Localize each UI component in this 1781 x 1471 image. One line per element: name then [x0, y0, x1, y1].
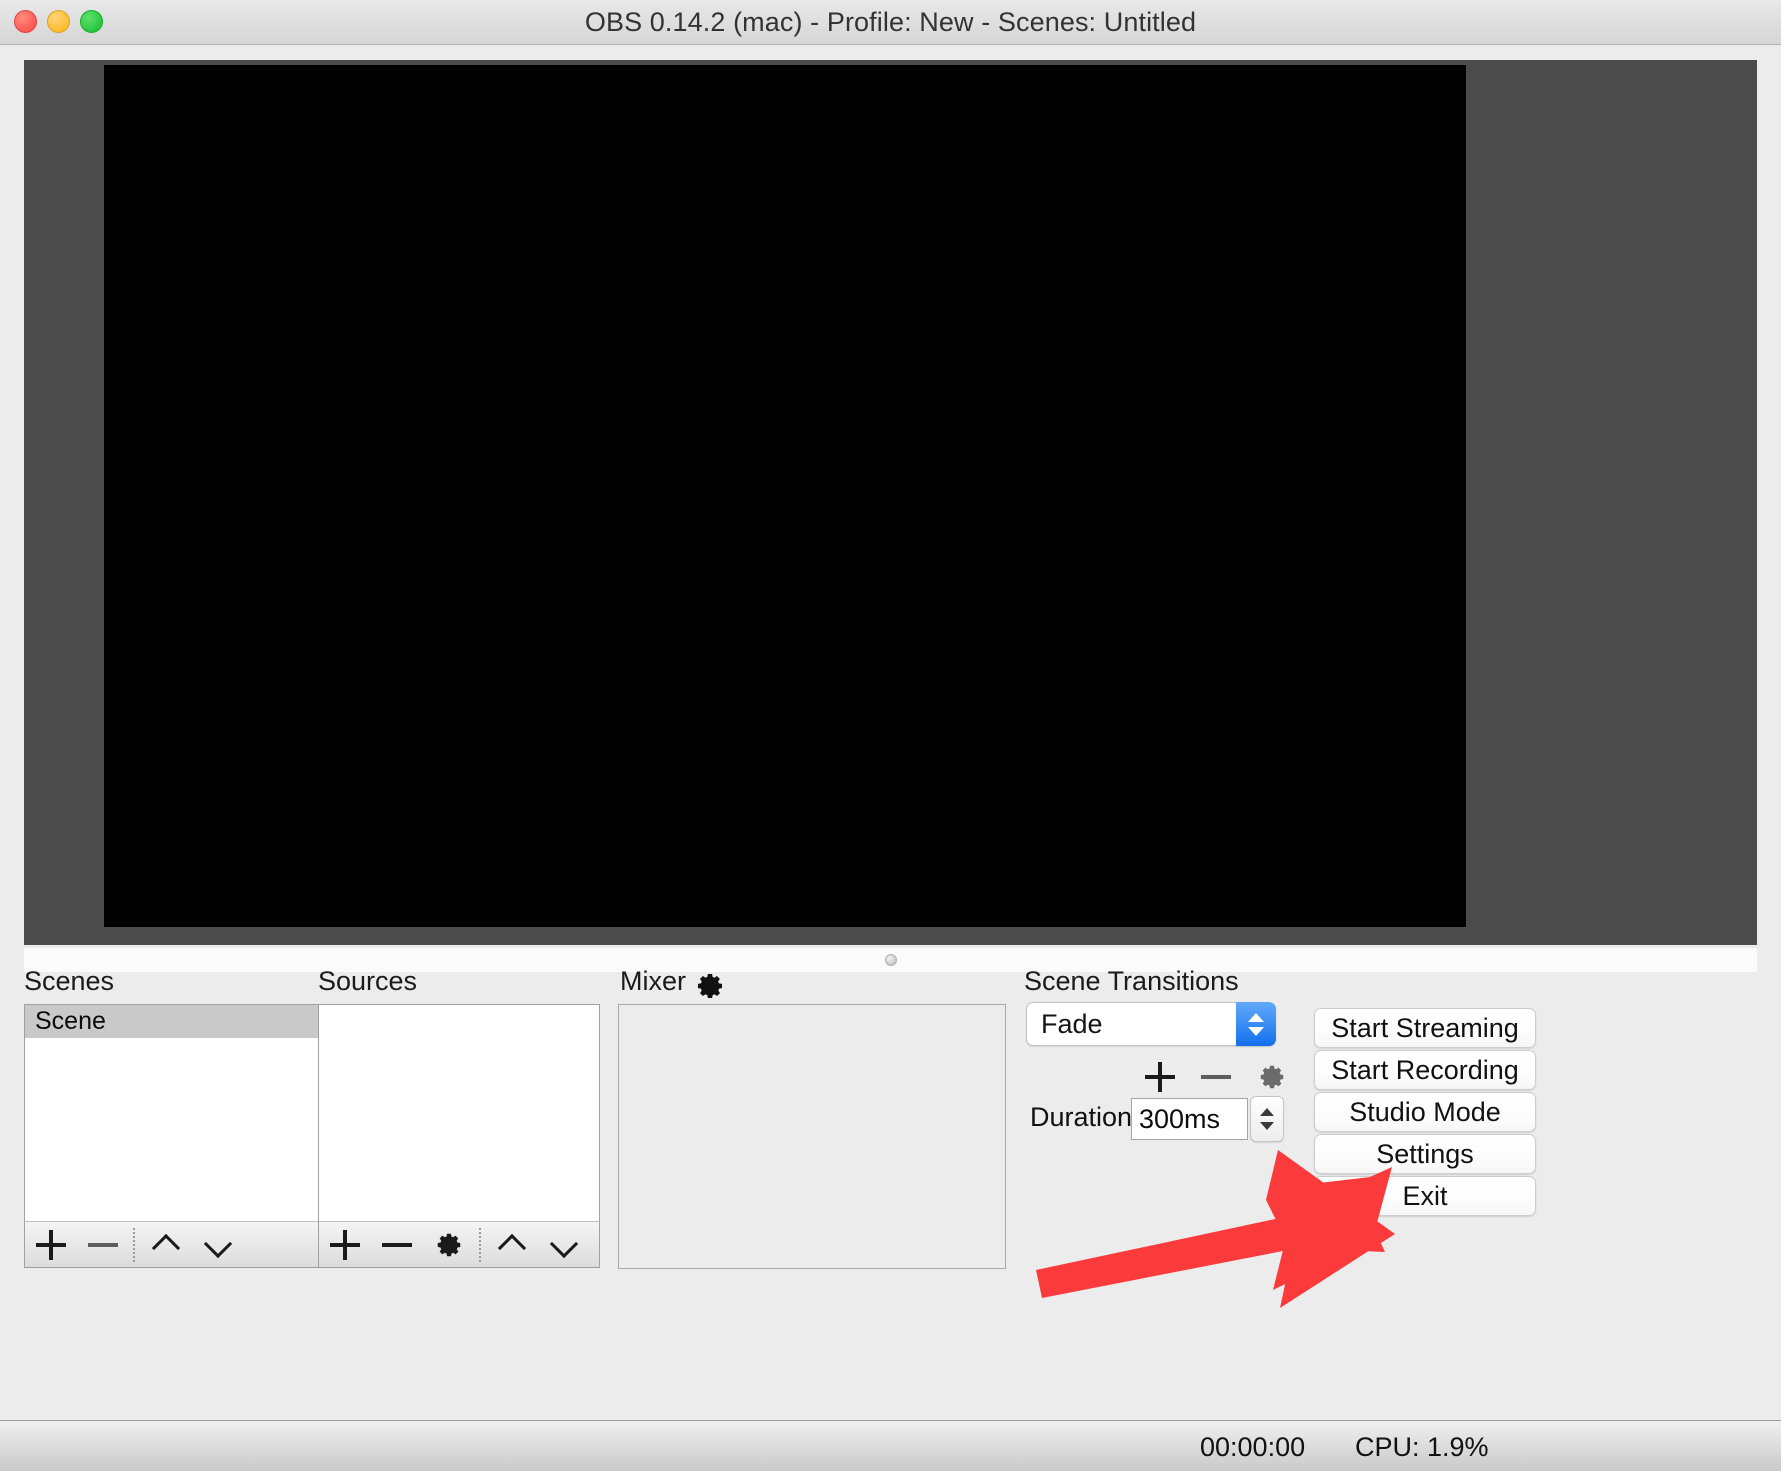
minus-icon — [1201, 1075, 1231, 1079]
chevron-down-icon — [205, 1232, 231, 1258]
chevron-down-icon — [551, 1232, 577, 1258]
transition-select[interactable]: Fade — [1026, 1002, 1276, 1046]
caret-up-icon — [1260, 1108, 1274, 1116]
transition-actions — [1145, 1054, 1287, 1099]
scenes-toolbar — [24, 1221, 336, 1268]
remove-source-button[interactable] — [371, 1222, 423, 1267]
remove-transition-button[interactable] — [1201, 1054, 1231, 1099]
toolbar-divider — [479, 1228, 482, 1262]
exit-button[interactable]: Exit — [1314, 1176, 1536, 1216]
studio-mode-button[interactable]: Studio Mode — [1314, 1092, 1536, 1132]
plus-icon — [1145, 1062, 1175, 1092]
minus-icon — [382, 1243, 412, 1247]
transition-select-value[interactable]: Fade — [1026, 1002, 1236, 1046]
scene-transitions-panel-title: Scene Transitions — [1024, 966, 1239, 997]
dock-area: Scenes Scene Sources — [0, 972, 1781, 1420]
add-scene-button[interactable] — [25, 1222, 77, 1267]
move-scene-up-button[interactable] — [140, 1222, 192, 1267]
move-source-up-button[interactable] — [486, 1222, 538, 1267]
transition-properties-button[interactable] — [1257, 1054, 1287, 1099]
sources-panel-title: Sources — [318, 966, 417, 997]
plus-icon — [36, 1230, 66, 1260]
gear-icon — [1257, 1062, 1287, 1092]
preview-canvas[interactable] — [104, 65, 1466, 927]
sources-toolbar — [318, 1221, 600, 1268]
mixer-panel-title: Mixer — [620, 966, 686, 997]
caret-down-icon — [1260, 1122, 1274, 1130]
mixer-settings-gear-icon[interactable] — [694, 970, 724, 1000]
scenes-list[interactable]: Scene — [24, 1004, 336, 1222]
chevron-up-icon — [499, 1232, 525, 1258]
move-scene-down-button[interactable] — [192, 1222, 244, 1267]
add-source-button[interactable] — [319, 1222, 371, 1267]
splitter-grip-icon[interactable] — [885, 954, 897, 966]
window-title: OBS 0.14.2 (mac) - Profile: New - Scenes… — [0, 0, 1781, 45]
cpu-usage: CPU: 1.9% — [1355, 1432, 1489, 1463]
plus-icon — [330, 1230, 360, 1260]
caret-up-icon — [1248, 1013, 1264, 1022]
preview-dock-splitter[interactable] — [24, 948, 1757, 972]
duration-label: Duration — [1030, 1102, 1132, 1133]
gear-icon — [434, 1230, 464, 1260]
sources-list[interactable] — [318, 1004, 600, 1222]
mixer-panel[interactable] — [618, 1004, 1006, 1269]
settings-button[interactable]: Settings — [1314, 1134, 1536, 1174]
add-transition-button[interactable] — [1145, 1054, 1175, 1099]
caret-down-icon — [1248, 1027, 1264, 1036]
status-bar: 00:00:00 CPU: 1.9% — [0, 1420, 1781, 1471]
start-streaming-button[interactable]: Start Streaming — [1314, 1008, 1536, 1048]
move-source-down-button[interactable] — [538, 1222, 590, 1267]
minus-icon — [88, 1243, 118, 1247]
scenes-panel-title: Scenes — [24, 966, 114, 997]
remove-scene-button[interactable] — [77, 1222, 129, 1267]
toolbar-divider — [133, 1228, 136, 1262]
duration-input[interactable]: 300ms — [1131, 1098, 1248, 1140]
obs-main-window: OBS 0.14.2 (mac) - Profile: New - Scenes… — [0, 0, 1781, 1471]
list-item[interactable]: Scene — [25, 1005, 335, 1038]
source-properties-button[interactable] — [423, 1222, 475, 1267]
recording-timecode: 00:00:00 — [1200, 1432, 1305, 1463]
duration-stepper[interactable] — [1250, 1096, 1284, 1142]
chevron-up-icon — [153, 1232, 179, 1258]
window-titlebar: OBS 0.14.2 (mac) - Profile: New - Scenes… — [0, 0, 1781, 45]
start-recording-button[interactable]: Start Recording — [1314, 1050, 1536, 1090]
preview-area[interactable] — [24, 60, 1757, 945]
transition-select-stepper[interactable] — [1236, 1002, 1276, 1046]
